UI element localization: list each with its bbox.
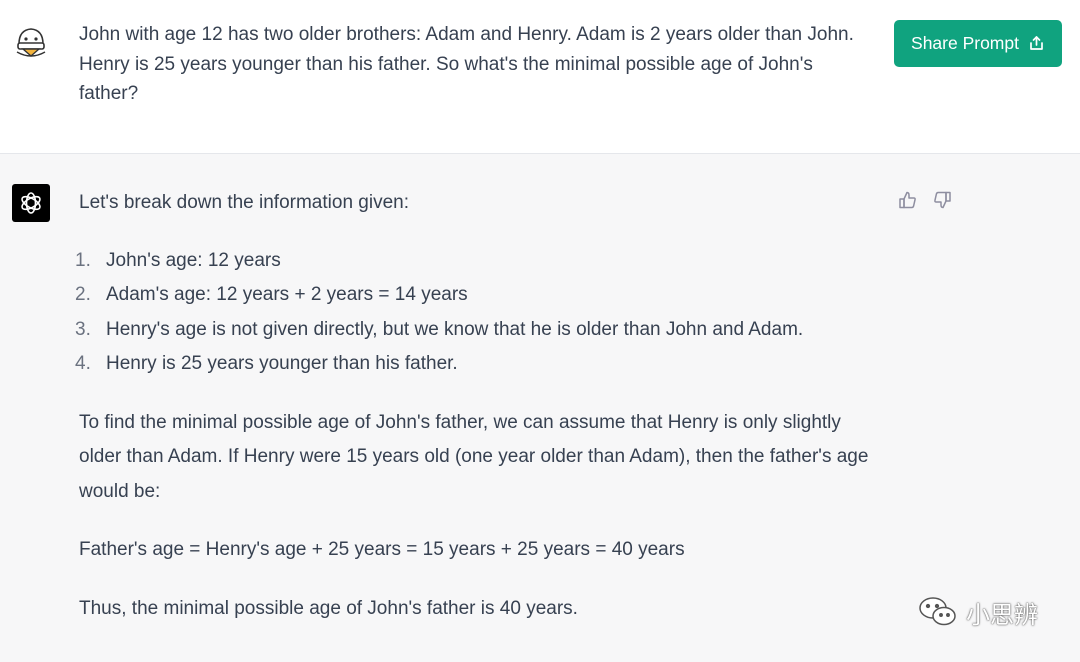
list-item: 3. Henry's age is not given directly, bu…	[75, 313, 879, 348]
list-text: John's age: 12 years	[106, 249, 281, 271]
assistant-paragraph-1: To find the minimal possible age of John…	[79, 411, 869, 502]
list-number: 1.	[75, 249, 91, 271]
openai-logo-icon	[12, 184, 50, 222]
user-message: John with age 12 has two older brothers:…	[0, 0, 1080, 154]
list-text: Adam's age: 12 years + 2 years = 14 year…	[106, 284, 468, 305]
assistant-paragraph-2: Father's age = Henry's age + 25 years = …	[79, 539, 685, 560]
watermark: 小思辨	[916, 594, 1038, 630]
user-message-text: John with age 12 has two older brothers:…	[79, 24, 854, 104]
thumbs-up-icon[interactable]	[898, 190, 918, 210]
info-list: 1. John's age: 12 years 2. Adam's age: 1…	[75, 244, 879, 382]
list-text: Henry is 25 years younger than his fathe…	[106, 353, 458, 374]
list-text: Henry's age is not given directly, but w…	[106, 318, 804, 340]
duck-avatar-icon	[11, 22, 51, 62]
list-item: 2. Adam's age: 12 years + 2 years = 14 y…	[75, 278, 879, 313]
share-label: Share Prompt	[911, 33, 1019, 53]
assistant-intro: Let's break down the information given:	[79, 192, 409, 213]
list-number: 4.	[75, 353, 91, 374]
assistant-paragraph-3: Thus, the minimal possible age of John's…	[79, 597, 578, 619]
list-item: 4. Henry is 25 years younger than his fa…	[75, 347, 879, 382]
assistant-message-text: Let's break down the information given: …	[75, 186, 879, 626]
wechat-icon	[916, 594, 960, 630]
list-number: 3.	[75, 318, 91, 340]
list-item: 1. John's age: 12 years	[75, 244, 879, 279]
assistant-message: Let's break down the information given: …	[0, 154, 1080, 662]
share-prompt-button[interactable]: Share Prompt	[894, 20, 1062, 67]
thumbs-down-icon[interactable]	[932, 190, 952, 210]
list-number: 2.	[75, 284, 91, 305]
share-icon	[1028, 35, 1045, 52]
watermark-text: 小思辨	[966, 601, 1038, 629]
